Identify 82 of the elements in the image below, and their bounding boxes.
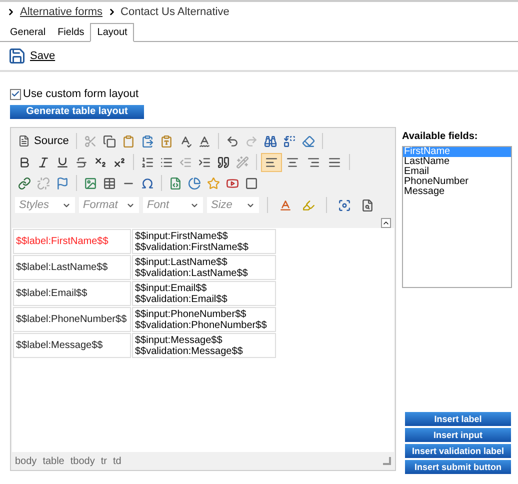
document-icon[interactable] bbox=[169, 176, 182, 190]
align-right-icon[interactable] bbox=[307, 156, 320, 168]
table-cell: $$input:LastName$$ $$validation:LastName$$ bbox=[132, 255, 276, 280]
path-element[interactable]: tr bbox=[100, 454, 107, 468]
table-cell: $$input:Email$$ $$validation:Email$$ bbox=[132, 281, 276, 306]
table-icon[interactable] bbox=[103, 176, 116, 190]
table-cell: $$label:LastName$$ bbox=[13, 255, 131, 280]
dropdown[interactable]: Format bbox=[79, 197, 139, 213]
numbered-list-icon[interactable] bbox=[141, 156, 154, 168]
video-icon[interactable] bbox=[226, 176, 239, 190]
tab[interactable]: Fields bbox=[52, 23, 90, 41]
align-center-icon[interactable] bbox=[286, 156, 299, 168]
eraser-icon[interactable] bbox=[302, 134, 315, 148]
omega-icon[interactable] bbox=[141, 176, 154, 190]
table-cell: $$label:Email$$ bbox=[13, 281, 131, 306]
panel-title: Available fields: bbox=[402, 130, 479, 144]
editor-content[interactable] bbox=[12, 228, 394, 452]
chevron-icon bbox=[6, 7, 16, 17]
breadcrumb-current: Contact Us Alternative bbox=[120, 4, 230, 20]
pie-chart-icon[interactable] bbox=[188, 176, 201, 190]
insert-button[interactable]: Insert input bbox=[405, 428, 511, 442]
image-icon[interactable] bbox=[84, 176, 97, 190]
collapse-icon[interactable] bbox=[381, 218, 391, 228]
list-item[interactable]: PhoneNumber bbox=[403, 177, 511, 187]
list-item[interactable]: FirstName bbox=[403, 147, 511, 157]
breadcrumb-link[interactable]: Alternative forms bbox=[20, 4, 103, 20]
bold-icon[interactable] bbox=[18, 156, 31, 168]
tab[interactable]: General bbox=[4, 23, 52, 41]
path-element[interactable]: tbody bbox=[70, 454, 95, 468]
spellcheck-icon[interactable] bbox=[178, 134, 192, 148]
dropdown[interactable]: Size bbox=[207, 197, 259, 213]
insert-button[interactable]: Insert label bbox=[405, 412, 511, 426]
binoculars-icon[interactable] bbox=[264, 134, 277, 148]
undo-icon[interactable] bbox=[226, 134, 239, 148]
table-cell: $$label:Message$$ bbox=[13, 333, 131, 358]
align-left-icon[interactable] bbox=[265, 156, 278, 168]
align-button[interactable] bbox=[261, 152, 282, 172]
insert-button[interactable]: Insert submit button bbox=[405, 460, 511, 474]
checkbox-label: Use custom form layout bbox=[23, 87, 139, 102]
path-element[interactable]: table bbox=[42, 454, 64, 468]
generate-button[interactable]: Generate table layout bbox=[10, 104, 144, 118]
save-link[interactable]: Save bbox=[30, 48, 56, 64]
star-icon[interactable] bbox=[207, 176, 220, 190]
clipboard-icon[interactable] bbox=[140, 134, 154, 148]
link-icon[interactable] bbox=[18, 176, 31, 190]
strikethrough-icon[interactable] bbox=[75, 156, 88, 168]
bullet-list-icon[interactable] bbox=[160, 156, 173, 168]
tab[interactable]: Layout bbox=[90, 23, 134, 42]
clipboard-icon[interactable] bbox=[160, 134, 173, 148]
table-cell: $$label:FirstName$$ bbox=[13, 229, 131, 254]
spellcheck-icon[interactable] bbox=[198, 134, 211, 148]
indent-icon[interactable] bbox=[198, 156, 211, 168]
table-cell: $$input:PhoneNumber$$ $$validation:PhoneNumber$$ bbox=[132, 307, 276, 332]
clipboard-icon[interactable] bbox=[122, 134, 135, 148]
dropdown[interactable]: Font bbox=[143, 197, 203, 213]
resize-handle-icon[interactable] bbox=[383, 457, 391, 465]
checkbox[interactable] bbox=[10, 88, 21, 100]
text-color-icon[interactable] bbox=[279, 198, 292, 212]
replace-icon[interactable] bbox=[282, 134, 296, 148]
subscript-icon[interactable] bbox=[94, 156, 107, 168]
quote-icon[interactable] bbox=[217, 156, 230, 168]
maximize-icon[interactable] bbox=[338, 198, 351, 212]
preview-icon[interactable] bbox=[361, 198, 374, 212]
table-cell: $$label:PhoneNumber$$ bbox=[13, 307, 131, 332]
superscript-icon[interactable] bbox=[113, 156, 126, 168]
document-icon[interactable] bbox=[18, 135, 30, 147]
frame-icon[interactable] bbox=[245, 176, 258, 190]
table-cell: $$input:FirstName$$ $$validation:FirstName$$ bbox=[132, 229, 276, 254]
insert-button[interactable]: Insert validation label bbox=[405, 444, 511, 458]
flag-icon[interactable] bbox=[56, 176, 69, 190]
path-element[interactable]: td bbox=[112, 454, 122, 468]
list-item[interactable]: Message bbox=[403, 187, 511, 197]
align-justify-icon[interactable] bbox=[328, 156, 341, 168]
path-element[interactable]: body bbox=[15, 454, 37, 468]
dropdown[interactable]: Styles bbox=[15, 197, 75, 213]
italic-icon[interactable] bbox=[37, 156, 50, 168]
list-item[interactable]: Email bbox=[403, 167, 511, 177]
copy-icon[interactable] bbox=[102, 134, 116, 148]
underline-icon[interactable] bbox=[56, 156, 69, 168]
source-button[interactable]: Source bbox=[34, 132, 69, 150]
list-item[interactable]: LastName bbox=[403, 157, 511, 167]
table-cell: $$input:Message$$ $$validation:Message$$ bbox=[132, 333, 276, 358]
